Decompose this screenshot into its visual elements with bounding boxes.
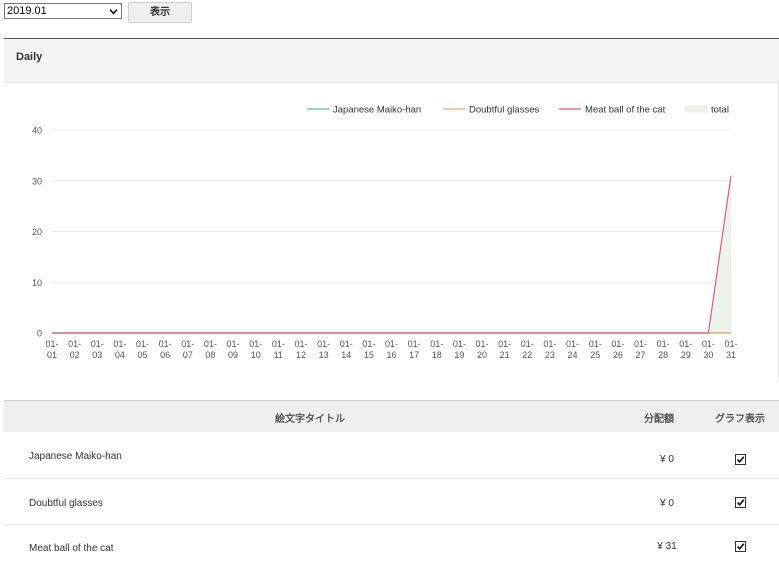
table-row: Japanese Maiko-han ¥ 0 xyxy=(4,435,779,479)
x-tick-label-month: 01- xyxy=(294,339,307,349)
x-tick-label-day: 27 xyxy=(635,350,645,360)
row-name: Meat ball of the cat xyxy=(29,543,114,554)
x-tick-label-day: 16 xyxy=(386,350,396,360)
x-tick-label-month: 01- xyxy=(159,339,172,349)
x-tick-label-month: 01- xyxy=(589,339,602,349)
x-tick-label-month: 01- xyxy=(679,339,692,349)
y-tick-label: 0 xyxy=(37,329,42,339)
table-row: Doubtful glasses ¥ 0 xyxy=(4,481,779,525)
x-tick-label-day: 01 xyxy=(47,350,57,360)
checkmark-icon xyxy=(736,543,745,551)
x-tick-label-month: 01- xyxy=(566,339,579,349)
x-tick-label-month: 01- xyxy=(204,339,217,349)
show-button[interactable]: 表示 xyxy=(128,2,192,23)
checkmark-icon xyxy=(736,456,745,464)
series-area-total xyxy=(52,175,731,333)
y-tick-label: 40 xyxy=(32,126,42,136)
y-tick-label: 20 xyxy=(32,227,42,237)
x-tick-label-day: 03 xyxy=(92,350,102,360)
daily-panel: Daily 0 10 20 30 40 01- 01 01- 02 01- 03 01- 04 01- 05… xyxy=(4,38,779,382)
x-tick-label-month: 01- xyxy=(181,339,194,349)
x-tick-label-month: 01- xyxy=(45,339,58,349)
x-tick-label-day: 08 xyxy=(205,350,215,360)
x-tick-label-month: 01- xyxy=(227,339,240,349)
x-tick-label-day: 18 xyxy=(432,350,442,360)
legend-label: Doubtful glasses xyxy=(469,105,539,116)
x-tick-label-month: 01- xyxy=(430,339,443,349)
x-tick-label-month: 01- xyxy=(362,339,375,349)
x-tick-label-month: 01- xyxy=(657,339,670,349)
legend-label: Meat ball of the cat xyxy=(585,105,666,116)
x-tick-label-day: 05 xyxy=(138,350,148,360)
checkmark-icon xyxy=(736,499,745,507)
x-tick-label-day: 15 xyxy=(364,350,374,360)
x-tick-label-day: 12 xyxy=(296,350,306,360)
x-tick-label-month: 01- xyxy=(136,339,149,349)
x-tick-label-day: 21 xyxy=(500,350,510,360)
x-tick-label-month: 01- xyxy=(634,339,647,349)
x-tick-label-day: 17 xyxy=(409,350,419,360)
x-tick-label-day: 14 xyxy=(341,350,351,360)
x-tick-label-day: 28 xyxy=(658,350,668,360)
row-amount: ¥ 0 xyxy=(660,498,674,509)
x-tick-label-day: 30 xyxy=(703,350,713,360)
x-tick-label-day: 26 xyxy=(613,350,623,360)
x-tick-label-month: 01- xyxy=(68,339,81,349)
x-tick-label-month: 01- xyxy=(249,339,262,349)
x-tick-label-day: 06 xyxy=(160,350,170,360)
x-tick-label-day: 13 xyxy=(319,350,329,360)
x-tick-label-month: 01- xyxy=(385,339,398,349)
y-tick-label: 30 xyxy=(32,176,42,186)
x-tick-label-day: 07 xyxy=(183,350,193,360)
row-amount: ¥ 31 xyxy=(657,541,677,552)
table-row: Meat ball of the cat ¥ 31 xyxy=(4,525,779,569)
month-select-value: 2019.01 xyxy=(7,5,47,17)
x-tick-label-month: 01- xyxy=(724,339,737,349)
x-tick-label-day: 20 xyxy=(477,350,487,360)
legend-label: Japanese Maiko-han xyxy=(333,105,421,116)
header-amount: 分配額 xyxy=(644,414,674,425)
chevron-down-icon xyxy=(109,9,118,15)
series-line-2 xyxy=(52,175,732,334)
x-tick-label-day: 10 xyxy=(251,350,261,360)
graph-checkbox[interactable] xyxy=(735,541,746,552)
x-tick-label-day: 11 xyxy=(274,350,283,360)
graph-checkbox[interactable] xyxy=(735,497,746,508)
month-select[interactable]: 2019.01 xyxy=(4,3,122,19)
x-tick-label-month: 01- xyxy=(453,339,466,349)
x-tick-label-day: 31 xyxy=(726,350,736,360)
x-tick-label-month: 01- xyxy=(408,339,421,349)
x-tick-label-month: 01- xyxy=(113,339,126,349)
x-tick-label-day: 23 xyxy=(545,350,555,360)
x-tick-label-day: 09 xyxy=(228,350,238,360)
x-tick-label-month: 01- xyxy=(702,339,715,349)
x-tick-label-day: 04 xyxy=(115,350,125,360)
x-tick-label-month: 01- xyxy=(317,339,330,349)
graph-checkbox[interactable] xyxy=(735,454,746,465)
header-graph: グラフ表示 xyxy=(715,414,765,425)
x-tick-label-day: 25 xyxy=(590,350,600,360)
x-tick-label-month: 01- xyxy=(521,339,534,349)
legend-swatch xyxy=(684,105,708,113)
x-tick-label-day: 22 xyxy=(522,350,532,360)
x-tick-label-day: 02 xyxy=(70,350,80,360)
row-name: Japanese Maiko-han xyxy=(29,451,122,462)
x-tick-label-month: 01- xyxy=(340,339,353,349)
table-header: 絵文字タイトル 分配額 グラフ表示 xyxy=(4,400,779,432)
x-tick-label-month: 01- xyxy=(91,339,104,349)
x-tick-label-month: 01- xyxy=(272,339,285,349)
x-tick-label-month: 01- xyxy=(498,339,511,349)
x-tick-label-day: 24 xyxy=(568,350,578,360)
x-tick-label-month: 01- xyxy=(476,339,489,349)
y-tick-label: 10 xyxy=(32,278,42,288)
row-name: Doubtful glasses xyxy=(29,498,103,509)
x-tick-label-day: 29 xyxy=(681,350,691,360)
x-tick-label-month: 01- xyxy=(611,339,624,349)
header-title: 絵文字タイトル xyxy=(275,414,345,425)
daily-chart: 01020304001-0101-0201-0301-0401-0501-060… xyxy=(32,105,738,361)
legend-label: total xyxy=(711,105,729,116)
row-amount: ¥ 0 xyxy=(660,454,674,465)
x-tick-label-month: 01- xyxy=(543,339,556,349)
x-tick-label-day: 19 xyxy=(454,350,464,360)
